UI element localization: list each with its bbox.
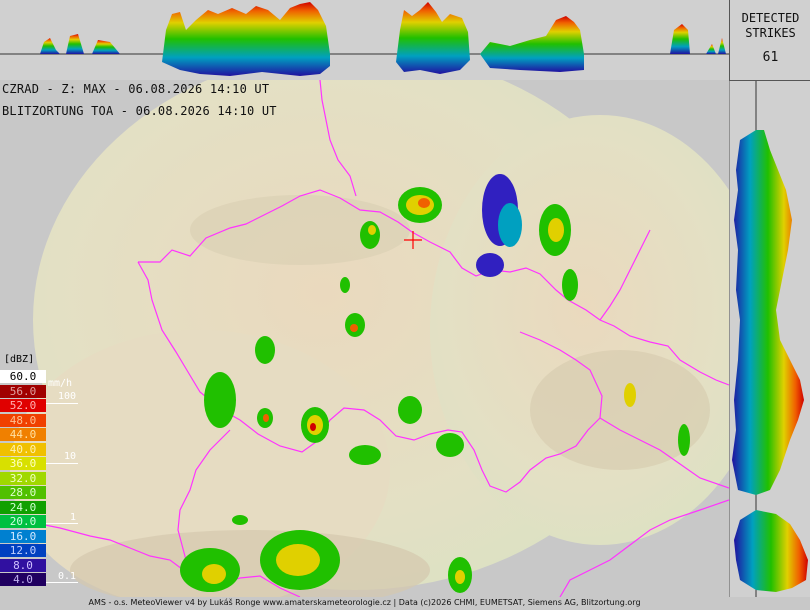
strikes-title-2: STRIKES: [745, 26, 796, 40]
strikes-count: 61: [762, 50, 779, 65]
legend-unit: [dBZ]: [4, 354, 35, 365]
rain-mark-10: 10: [64, 451, 77, 462]
rain-mark-1: 1: [70, 512, 77, 523]
legend-row: 28.0: [0, 486, 46, 499]
legend-row: 36.0: [0, 457, 46, 470]
legend-row: 24.0: [0, 500, 46, 514]
legend-row: 40.0: [0, 442, 46, 456]
radar-product-label: CZRAD - Z: MAX - 06.08.2026 14:10 UT: [2, 82, 270, 96]
legend-row: 60.0: [0, 370, 46, 383]
legend-row: 56.0: [0, 384, 46, 398]
legend-rain-unit: mm/h: [48, 378, 73, 389]
legend-row: 48.0: [0, 413, 46, 427]
top-profile-panel: [0, 0, 729, 80]
legend-row: 20.0: [0, 515, 46, 528]
lightning-product-label: BLITZORTUNG TOA - 06.08.2026 14:10 UT: [2, 104, 277, 118]
legend-row: 52.0: [0, 399, 46, 412]
legend-row: 8.0: [0, 558, 46, 572]
rain-mark-0.1: 0.1: [58, 571, 77, 582]
legend-row: 16.0: [0, 529, 46, 543]
detected-strikes-panel: DETECTED STRIKES 61: [729, 0, 810, 81]
strikes-title-1: DETECTED: [741, 11, 800, 25]
legend-row: 44.0: [0, 428, 46, 441]
footer-credit: AMS - o.s. MeteoViewer v4 by Lukáš Ronge…: [88, 598, 641, 607]
rain-mark-100: 100: [58, 391, 77, 402]
legend-row: 12.0: [0, 544, 46, 557]
legend-row: 32.0: [0, 471, 46, 485]
legend-row: 4.0: [0, 573, 46, 586]
